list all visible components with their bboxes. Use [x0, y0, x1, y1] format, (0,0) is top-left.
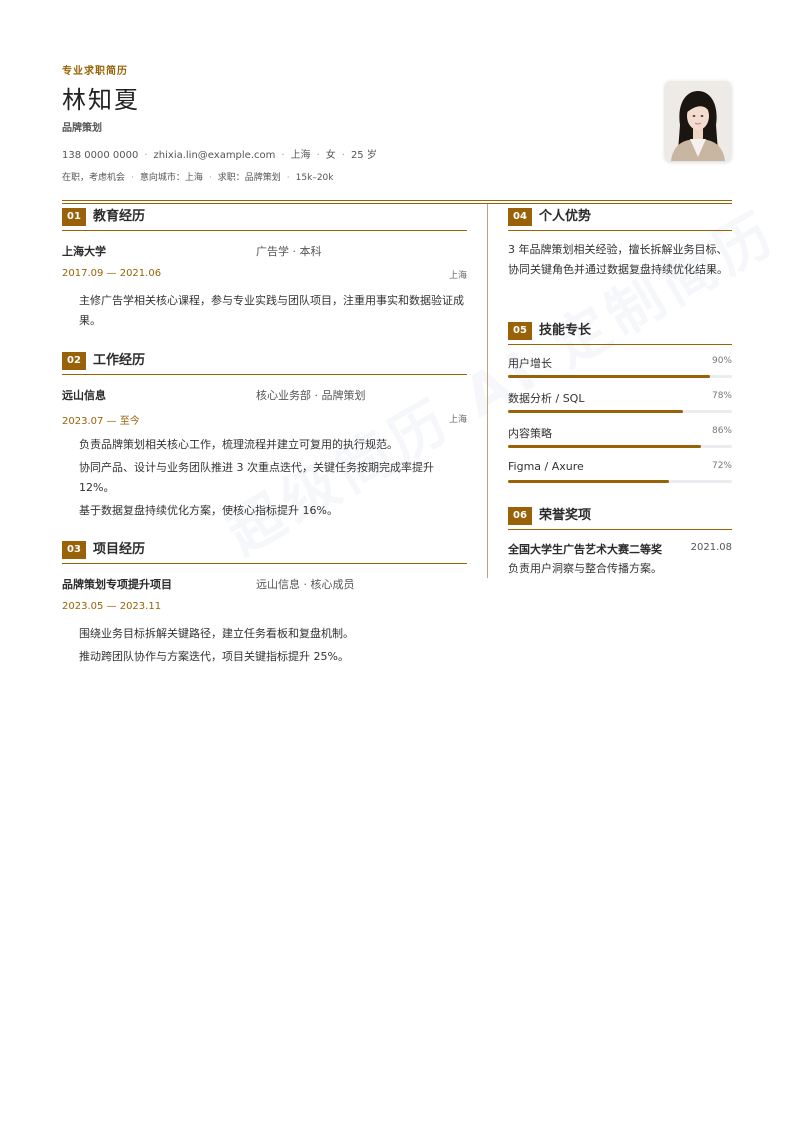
education-entry: 上海大学 广告学 · 本科 2017.09 — 2021.06 上海 主修广告学…	[62, 243, 467, 343]
skill-percent: 90%	[711, 356, 732, 366]
skill-bar-fill	[508, 410, 683, 413]
award-date: 2021.08	[690, 542, 732, 553]
section-advantage-heading: 04 个人优势	[508, 206, 732, 231]
column-divider	[487, 204, 488, 578]
company-name: 远山信息	[62, 389, 106, 402]
major-degree: 广告学 · 本科	[256, 245, 322, 258]
skill-bar-track	[508, 445, 732, 448]
resume-kicker: 专业求职简历	[62, 66, 128, 77]
skill-bar-fill	[508, 445, 701, 448]
list-item: 基于数据复盘持续优化方案，使核心指标提升 16%。	[79, 504, 338, 517]
expected-salary: 15k–20k	[295, 173, 334, 183]
resume-header: 专业求职简历 林知夏 品牌策划 138 0000 0000 · zhixia.lin…	[62, 62, 732, 183]
project-role: 远山信息 · 核心成员	[256, 578, 355, 591]
section-awards-heading: 06 荣誉奖项	[508, 505, 732, 530]
skill-item: Figma / Axure 72%	[508, 460, 732, 490]
gender: 女	[325, 150, 336, 161]
list-item: 主修广告学相关核心课程，参与专业实践与团队项目，注重用事实和数据验证成果。	[79, 294, 464, 327]
age: 25 岁	[350, 150, 377, 161]
section-title: 个人优势	[539, 209, 592, 224]
contact-line: 138 0000 0000 · zhixia.lin@example.com · 上海 ·…	[62, 146, 732, 161]
section-number: 03	[62, 541, 86, 559]
skill-item: 用户增长 90%	[508, 355, 732, 385]
portrait-illustration	[665, 81, 731, 161]
skill-bar-track	[508, 480, 732, 483]
section-title: 教育经历	[93, 209, 146, 224]
section-skills-heading: 05 技能专长	[508, 320, 732, 345]
list-item: 协同产品、设计与业务团队推进 3 次重点迭代，关键任务按期完成率提升 12%。	[79, 461, 434, 494]
skill-name: 用户增长	[508, 357, 552, 370]
skill-bar-track	[508, 375, 732, 378]
separator: ·	[144, 150, 148, 161]
separator: ·	[316, 150, 320, 161]
profile-photo	[665, 81, 731, 161]
section-project-heading: 03 项目经历	[62, 539, 467, 564]
section-number: 06	[508, 507, 532, 525]
education-description: 主修广告学相关核心课程，参与专业实践与团队项目，注重用事实和数据验证成果。	[79, 291, 467, 334]
skill-name: 内容策略	[508, 427, 552, 440]
award-name: 全国大学生广告艺术大赛二等奖	[508, 543, 662, 556]
list-item: 围绕业务目标拆解关键路径，建立任务看板和复盘机制。	[79, 627, 354, 640]
separator: ·	[131, 173, 134, 183]
section-number: 02	[62, 352, 86, 370]
skill-bar-track	[508, 410, 732, 413]
work-entry: 远山信息 核心业务部 · 品牌策划 2023.07 — 至今 上海 负责品牌策划…	[62, 387, 467, 527]
skill-item: 内容策略 86%	[508, 425, 732, 455]
skill-percent: 78%	[711, 391, 732, 401]
skill-name: Figma / Axure	[508, 460, 584, 473]
section-number: 04	[508, 208, 532, 226]
skill-percent: 86%	[711, 426, 732, 436]
work-bullets: 负责品牌策划相关核心工作，梳理流程并建立可复用的执行规范。 协同产品、设计与业务…	[79, 435, 467, 524]
skill-bar-fill	[508, 480, 670, 483]
target-city: 意向城市：上海	[139, 173, 203, 183]
header-rule	[62, 203, 732, 204]
separator: ·	[208, 173, 212, 183]
section-number: 05	[508, 322, 532, 340]
project-dates: 2023.05 — 2023.11	[62, 601, 162, 612]
work-dates: 2023.07 — 至今	[62, 416, 140, 427]
phone: 138 0000 0000	[62, 150, 139, 161]
separator: ·	[281, 150, 285, 161]
separator: ·	[286, 173, 290, 183]
section-work-heading: 02 工作经历	[62, 350, 467, 375]
project-name: 品牌策划专项提升项目	[62, 578, 172, 591]
education-dates: 2017.09 — 2021.06	[62, 268, 162, 279]
header-rule	[62, 200, 732, 201]
section-title: 工作经历	[93, 353, 146, 368]
skill-bar-fill	[508, 375, 710, 378]
section-title: 荣誉奖项	[539, 508, 592, 523]
section-title: 项目经历	[93, 542, 146, 557]
school-name: 上海大学	[62, 245, 106, 258]
section-number: 01	[62, 208, 86, 226]
list-item: 推动跨团队协作与方案迭代，项目关键指标提升 25%。	[79, 650, 349, 663]
list-item: 负责品牌策划相关核心工作，梳理流程并建立可复用的执行规范。	[79, 438, 398, 451]
target-job: 求职：品牌策划	[217, 173, 281, 183]
email[interactable]: zhixia.lin@example.com	[154, 150, 276, 161]
employment-status: 在职，考虑机会	[62, 173, 126, 183]
project-entry: 品牌策划专项提升项目 远山信息 · 核心成员 2023.05 — 2023.11…	[62, 576, 467, 676]
department-title: 核心业务部 · 品牌策划	[256, 389, 366, 402]
education-location: 上海	[448, 271, 467, 281]
skill-percent: 72%	[711, 461, 732, 471]
section-title: 技能专长	[539, 323, 592, 338]
candidate-role: 品牌策划	[62, 123, 102, 134]
candidate-name: 林知夏	[62, 86, 140, 114]
section-education-heading: 01 教育经历	[62, 206, 467, 231]
job-status-line: 在职，考虑机会 · 意向城市：上海 · 求职：品牌策划 · 15k–20k	[62, 170, 732, 183]
skill-name: 数据分析 / SQL	[508, 392, 585, 405]
work-location: 上海	[448, 415, 467, 425]
resume-page: 超级简历 AI 定制简历 专业求职简历 林知夏 品牌策划 138 0000 00…	[0, 0, 794, 1123]
advantage-text: 3 年品牌策划相关经验，擅长拆解业务目标、协同关键角色并通过数据复盘持续优化结果…	[508, 243, 728, 276]
skill-item: 数据分析 / SQL 78%	[508, 390, 732, 420]
project-bullets: 围绕业务目标拆解关键路径，建立任务看板和复盘机制。 推动跨团队协作与方案迭代，项…	[79, 624, 467, 670]
award-description: 负责用户洞察与整合传播方案。	[508, 562, 662, 575]
city: 上海	[290, 150, 311, 161]
separator: ·	[341, 150, 345, 161]
